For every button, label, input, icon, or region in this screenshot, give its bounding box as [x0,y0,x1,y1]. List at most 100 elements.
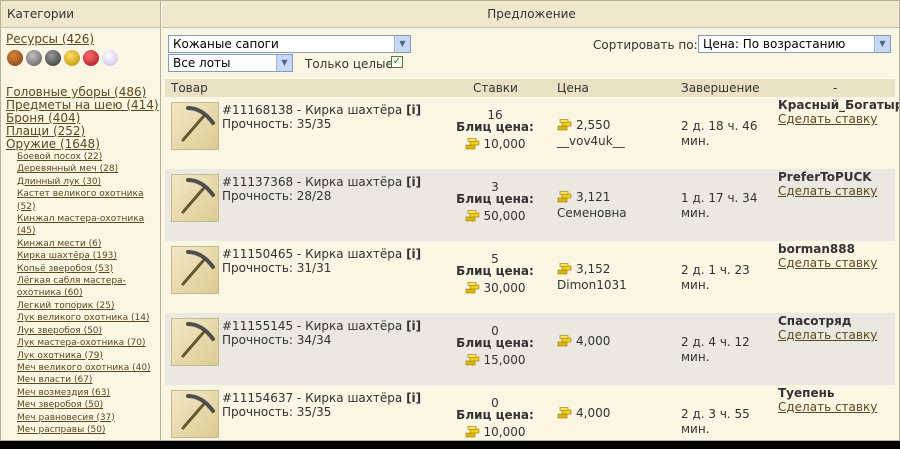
weapon-item[interactable]: Кинжал мести (6) [17,238,160,250]
blitz-label: Блиц цена: [456,120,534,134]
pickaxe-icon[interactable] [171,174,219,222]
lot-name: #11155145 - Кирка шахтёра [i] [222,319,422,333]
sort-select[interactable]: Цена: По возрастанию ▼ [698,35,891,53]
pickaxe-icon[interactable] [171,102,219,150]
lot-seller: Dimon1031 [557,278,627,292]
lot-ends: 2 д. 1 ч. 23 мин. [681,263,750,292]
blitz-label: Блиц цена: [456,192,534,206]
col-item: Товар [171,81,208,95]
blitz-price: 10,000 [455,137,535,153]
auction-window: Категории Ресурсы (426) Головные уборы (… [0,0,900,441]
sort-select-value: Цена: По возрастанию [703,37,846,51]
lot-owner[interactable]: Красный_Богатыр [778,98,899,112]
weapon-item[interactable]: Боевой посох (22) [17,151,160,163]
table-row: #11154637 - Кирка шахтёра [i] Прочность:… [165,385,895,440]
info-link[interactable]: [i] [406,175,421,189]
info-link[interactable]: [i] [406,103,421,117]
info-link[interactable]: [i] [406,391,421,405]
chevron-down-icon[interactable]: ▼ [394,36,410,52]
gold-coin-icon [557,335,573,350]
lot-seller: __vov4uk__ [557,134,625,148]
gold-coin-icon [465,138,481,153]
pickaxe-icon[interactable] [171,246,219,294]
categories-title: Категории [1,1,160,28]
lot-durability: Прочность: 35/35 [222,117,332,131]
weapon-item[interactable]: Лук мастера-охотника (70) [17,337,160,349]
resource-5-icon[interactable] [83,50,99,66]
weapon-item[interactable]: Кастет великого охотника (52) [6,188,160,213]
lots-select[interactable]: Все лоты ▼ [168,54,293,72]
lot-durability: Прочность: 35/35 [222,405,332,419]
col-action: - [833,81,838,95]
weapon-item[interactable]: Лук великого охотника (14) [17,312,160,324]
lot-name: #11168138 - Кирка шахтёра [i] [222,103,422,117]
lot-owner[interactable]: Спасотряд [778,314,852,328]
lot-owner[interactable]: borman888 [778,242,855,256]
lot-price: 4,000 [557,406,610,422]
gold-coin-icon [557,407,573,422]
resource-6-icon[interactable] [102,50,118,66]
category-weapons[interactable]: Оружие (1648) [6,138,160,151]
table-body: #11168138 - Кирка шахтёра [i] Прочность:… [165,97,899,440]
weapon-item[interactable]: Деревянный меч (28) [17,163,160,175]
resource-1-icon[interactable] [7,50,23,66]
weapon-item[interactable]: Меч зверобоя (50) [17,399,160,411]
gold-coin-icon [465,354,481,369]
lots-select-value: Все лоты [173,56,231,70]
weapon-item[interactable]: Кирка шахтёра (193) [17,250,160,262]
pickaxe-icon[interactable] [171,318,219,366]
category-select[interactable]: Кожаные сапоги ▼ [168,35,411,53]
lots-table: Товар Ставки Цена Завершение - #11168138… [165,79,899,440]
table-row: #11150465 - Кирка шахтёра [i] Прочность:… [165,241,895,313]
resource-icons [7,50,160,68]
weapon-item[interactable]: Длинный лук (30) [17,176,160,188]
blitz-label: Блиц цена: [456,336,534,350]
weapon-item[interactable]: Легкий топорик (25) [17,300,160,312]
weapon-item[interactable]: Лук охотника (79) [17,350,160,362]
resource-3-icon[interactable] [45,50,61,66]
lot-name: #11154637 - Кирка шахтёра [i] [222,391,422,405]
info-link[interactable]: [i] [406,319,421,333]
blitz-price: 10,000 [455,425,535,440]
weapon-item[interactable]: Меч власти (67) [17,374,160,386]
place-bid-link[interactable]: Сделать ставку [778,112,877,126]
col-bids: Ставки [473,81,518,95]
blitz-price: 15,000 [455,353,535,369]
weapon-item[interactable]: Меч равновесия (37) [17,412,160,424]
lot-durability: Прочность: 31/31 [222,261,332,275]
blitz-label: Блиц цена: [456,264,534,278]
lot-name: #11137368 - Кирка шахтёра [i] [222,175,422,189]
lot-ends: 1 д. 17 ч. 34 мин. [681,191,758,220]
weapon-item[interactable]: Лёгкая сабля мастера-охотника (60) [6,275,160,300]
offers-panel: Предложение Кожаные сапоги ▼ Все лоты ▼ … [162,1,899,440]
weapon-item[interactable]: Меч расправы (50) [17,424,160,436]
lot-owner[interactable]: PreferToPUCK [778,170,872,184]
place-bid-link[interactable]: Сделать ставку [778,184,877,198]
weapon-item[interactable]: Меч великого охотника (40) [17,362,160,374]
gold-coin-icon [557,191,573,206]
gold-coin-icon [557,119,573,134]
weapon-item[interactable]: Копьё зверобоя (53) [17,263,160,275]
category-resources[interactable]: Ресурсы (426) [6,32,160,46]
place-bid-link[interactable]: Сделать ставку [778,400,877,414]
resource-2-icon[interactable] [26,50,42,66]
weapon-item[interactable]: Меч возмездия (63) [17,387,160,399]
chevron-down-icon[interactable]: ▼ [874,36,890,52]
whole-only-checkbox[interactable]: ✓ [391,56,403,68]
place-bid-link[interactable]: Сделать ставку [778,328,877,342]
blitz-label: Блиц цена: [456,408,534,422]
table-row: #11168138 - Кирка шахтёра [i] Прочность:… [165,97,899,169]
pickaxe-icon[interactable] [171,390,219,438]
place-bid-link[interactable]: Сделать ставку [778,256,877,270]
weapon-item[interactable]: Лук зверобоя (50) [17,325,160,337]
gold-coin-icon [465,426,481,440]
lot-seller: Семеновна [557,206,627,220]
lot-price: 2,550 [557,118,610,134]
resource-4-icon[interactable] [64,50,80,66]
weapon-item[interactable]: Кинжал мастера-охотника (45) [6,213,160,238]
lot-owner[interactable]: Туепень [778,386,834,400]
chevron-down-icon[interactable]: ▼ [276,55,292,71]
col-ends: Завершение [681,81,760,95]
info-link[interactable]: [i] [406,247,421,261]
weapon-subcategories: Боевой посох (22) Деревянный меч (28) Дл… [6,151,160,436]
